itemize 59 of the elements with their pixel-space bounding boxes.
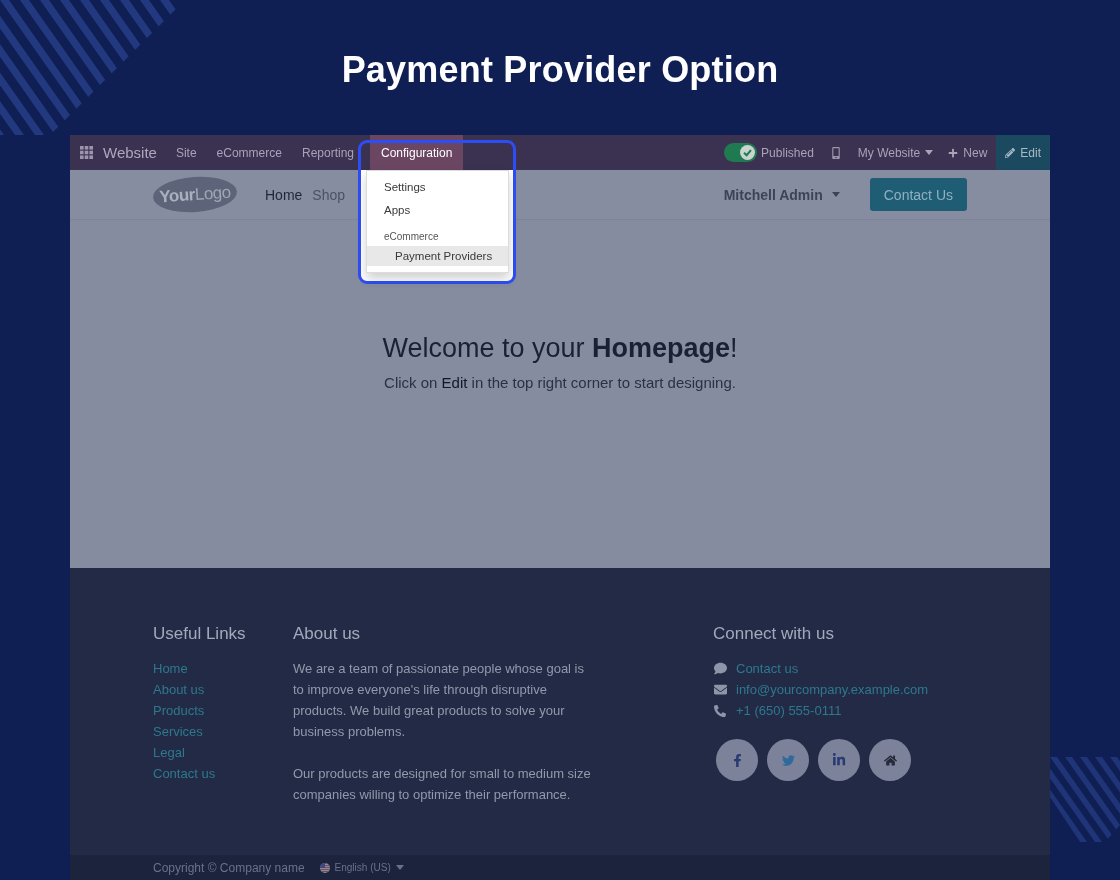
mobile-phone-icon <box>829 146 842 159</box>
user-menu[interactable]: Mitchell Admin <box>723 186 840 203</box>
logo[interactable]: YourLogo <box>151 174 239 215</box>
check-icon <box>740 145 756 160</box>
menu-item[interactable]: eCommerce <box>212 135 286 170</box>
linkedin-icon <box>832 753 846 767</box>
language-selector[interactable]: English (US) <box>319 862 404 873</box>
hero-subtitle: Click on Edit in the top right corner to start designing. <box>384 374 736 392</box>
dropdown-section-label: eCommerce <box>383 230 440 244</box>
caret-icon <box>831 192 840 197</box>
edit-button[interactable]: Edit <box>996 135 1050 170</box>
contact-link[interactable]: +1 (650) 555-0111 <box>736 700 842 721</box>
menu-item[interactable]: Site <box>171 135 201 170</box>
footer-link[interactable]: Legal <box>153 742 185 763</box>
dropdown-item[interactable]: Apps <box>367 198 508 221</box>
contact-link[interactable]: Contact us <box>736 658 799 679</box>
bird-icon <box>781 753 795 767</box>
footer-link[interactable]: Home <box>153 658 188 679</box>
published-label: Published <box>761 145 814 160</box>
mobile-preview-button[interactable] <box>829 146 842 159</box>
hero-heading: Welcome to your Homepage! <box>382 332 738 364</box>
linkedin-button[interactable] <box>818 739 860 781</box>
footer-heading: Connect with us <box>713 623 834 645</box>
dropdown-item[interactable]: Settings <box>367 175 508 198</box>
plus-icon <box>948 147 959 158</box>
dropdown-item[interactable]: Payment Providers <box>367 246 508 266</box>
pencil-icon <box>1005 147 1016 158</box>
about-paragraph: Our products are designed for small to medium size companies willing to optimize their performance. <box>293 765 592 804</box>
about-paragraph: We are a team of passionate people whose goal is to improve everyone's life through disruptive products. We build great products to solve your business problems. <box>293 660 585 741</box>
footer-link[interactable]: Products <box>153 700 205 721</box>
nav-link[interactable]: Shop <box>312 186 346 203</box>
footer-link[interactable]: Contact us <box>153 763 216 784</box>
apps-menu-button[interactable] <box>80 146 93 159</box>
menu-item[interactable]: Configuration <box>370 135 464 170</box>
apps-grid-icon <box>80 146 93 159</box>
menu-item[interactable]: Reporting <box>297 135 358 170</box>
new-button[interactable]: New <box>948 135 988 170</box>
footer-heading: Useful Links <box>153 623 246 645</box>
caret-icon <box>395 865 404 870</box>
home-button[interactable] <box>869 739 911 781</box>
facebook-button[interactable] <box>716 739 758 781</box>
phone-icon <box>714 704 726 717</box>
page-title: Payment Provider Option <box>341 48 779 91</box>
copyright-text: Copyright © Company name <box>153 860 305 875</box>
flag-icon <box>319 862 330 873</box>
envelope-icon <box>713 683 727 696</box>
caret-icon <box>925 150 934 155</box>
nav-link[interactable]: Home <box>265 186 303 203</box>
footer-heading: About us <box>293 623 361 645</box>
twitter-button[interactable] <box>767 739 809 781</box>
footer-link[interactable]: About us <box>153 679 205 700</box>
chat-bubble-icon <box>713 662 727 675</box>
app-name: Website <box>103 144 157 161</box>
home-icon <box>883 753 897 767</box>
contact-link[interactable]: info@yourcompany.example.com <box>736 679 929 700</box>
website-switcher[interactable]: My Website <box>857 135 934 170</box>
published-toggle[interactable] <box>724 143 758 162</box>
contact-us-button[interactable]: Contact Us <box>869 178 967 211</box>
footer-link[interactable]: Services <box>153 721 203 742</box>
